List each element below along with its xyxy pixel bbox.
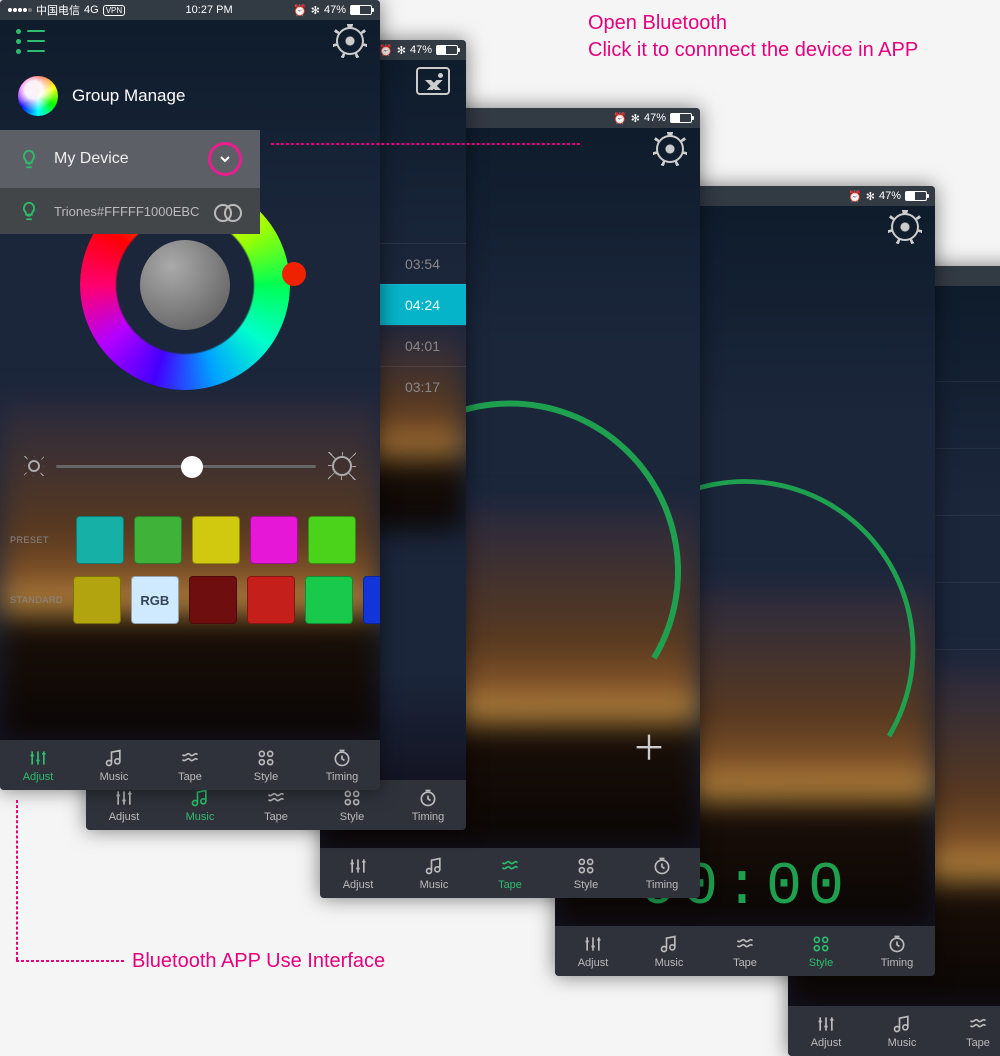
tab-music[interactable]: Music — [864, 1006, 940, 1056]
color-swatch[interactable] — [250, 516, 298, 564]
tab-music[interactable]: Music — [396, 848, 472, 898]
status-bar: 中国电信4GVPN 10:27 PM ⏰✻47% — [0, 0, 380, 20]
preset-label: PRESET — [10, 535, 66, 545]
color-swatch[interactable] — [73, 576, 121, 624]
tab-tape[interactable]: Tape — [152, 740, 228, 790]
color-swatch[interactable] — [76, 516, 124, 564]
color-swatch[interactable] — [305, 576, 353, 624]
tab-timing[interactable]: Timing — [304, 740, 380, 790]
tab-tape[interactable]: Tape — [940, 1006, 1000, 1056]
color-swatch[interactable] — [189, 576, 237, 624]
color-swatch[interactable] — [363, 576, 380, 624]
tab-tape[interactable]: Tape — [472, 848, 548, 898]
brightness-high-icon — [332, 456, 352, 476]
device-row[interactable]: Triones#FFFFF1000EBC — [0, 188, 260, 234]
sidebar: Group Manage My Device Triones#FFFFF1000… — [0, 62, 260, 234]
gear-icon[interactable] — [336, 27, 364, 55]
color-swatch[interactable]: RGB — [131, 576, 179, 624]
tab-adjust[interactable]: Adjust — [555, 926, 631, 976]
tab-adjust[interactable]: Adjust — [320, 848, 396, 898]
color-swatch[interactable] — [192, 516, 240, 564]
color-swatch[interactable] — [247, 576, 295, 624]
picker-handle[interactable] — [282, 262, 306, 286]
tab-timing[interactable]: Timing — [624, 848, 700, 898]
annotation-footer: Bluetooth APP Use Interface — [132, 948, 385, 975]
brightness-low-icon — [28, 460, 40, 472]
gear-icon[interactable] — [656, 135, 684, 163]
group-manage-header[interactable]: Group Manage — [0, 62, 260, 130]
my-device-row[interactable]: My Device — [0, 130, 260, 188]
tab-adjust[interactable]: Adjust — [788, 1006, 864, 1056]
chevron-down-icon[interactable] — [208, 142, 242, 176]
annotation-open-bluetooth: Open Bluetooth Click it to connnect the … — [588, 10, 918, 64]
add-button[interactable]: ＋ — [632, 721, 666, 770]
tab-timing[interactable]: Timing — [859, 926, 935, 976]
gear-icon[interactable] — [891, 213, 919, 241]
tab-tape[interactable]: Tape — [707, 926, 783, 976]
tab-style[interactable]: Style — [548, 848, 624, 898]
standard-label: STANDARD — [10, 595, 63, 605]
tab-adjust[interactable]: Adjust — [0, 740, 76, 790]
color-swatch[interactable] — [308, 516, 356, 564]
link-icon — [214, 204, 242, 218]
screen-adjust: 中国电信4GVPN 10:27 PM ⏰✻47% PRESET STANDARD… — [0, 0, 380, 790]
menu-icon[interactable] — [16, 29, 45, 54]
tab-style[interactable]: Style — [783, 926, 859, 976]
status-time: 10:27 PM — [186, 4, 233, 16]
bottom-tabs: Adjust Music Tape Style Timing — [788, 1006, 1000, 1056]
rgb-ball-icon — [18, 76, 58, 116]
tab-music[interactable]: Music — [76, 740, 152, 790]
tab-music[interactable]: Music — [631, 926, 707, 976]
brightness-slider[interactable] — [28, 456, 352, 476]
tab-timing[interactable]: Timing — [390, 780, 466, 830]
image-icon[interactable] — [416, 67, 450, 95]
tab-style[interactable]: Style — [228, 740, 304, 790]
color-swatch[interactable] — [134, 516, 182, 564]
